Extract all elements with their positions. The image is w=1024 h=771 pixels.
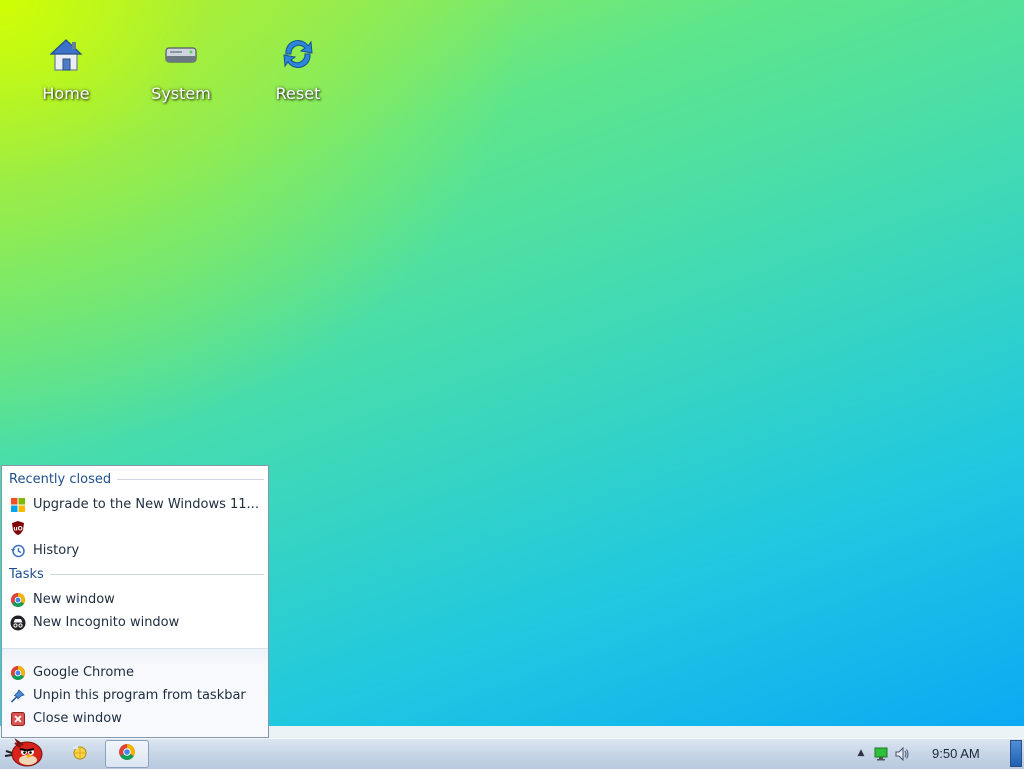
taskbar-chrome-button[interactable] xyxy=(105,740,149,768)
footer-item-label: Close window xyxy=(33,711,122,726)
task-new-incognito-window[interactable]: New Incognito window xyxy=(10,612,262,633)
system-tray: ▲ 9:50 AM xyxy=(854,739,1024,769)
desktop-icon-label: System xyxy=(151,84,211,103)
chrome-icon xyxy=(118,743,136,765)
footer-item-label: Unpin this program from taskbar xyxy=(33,688,246,703)
recent-item-history[interactable]: History xyxy=(10,540,262,561)
tasks-header: Tasks xyxy=(9,566,264,582)
network-icon[interactable] xyxy=(874,746,888,762)
task-label: New Incognito window xyxy=(33,615,180,630)
recent-item-ublock[interactable]: uO xyxy=(10,517,262,538)
footer-item-close-window[interactable]: Close window xyxy=(10,708,262,729)
svg-text:uO: uO xyxy=(13,525,22,532)
desktop-icon-label: Home xyxy=(42,84,90,103)
desktop-icon-system[interactable]: System xyxy=(136,34,226,103)
desktop-icon-label: Reset xyxy=(275,84,321,103)
recent-item-label: Upgrade to the New Windows 11... xyxy=(33,497,259,512)
start-button[interactable] xyxy=(0,737,50,771)
footer-item-label: Google Chrome xyxy=(33,665,134,680)
folder-icon xyxy=(70,742,90,766)
jump-list-footer: Google Chrome Unpin this program from ta… xyxy=(2,648,268,737)
footer-item-unpin[interactable]: Unpin this program from taskbar xyxy=(10,685,262,706)
home-icon xyxy=(46,34,86,74)
show-desktop-button[interactable] xyxy=(1010,740,1022,767)
clock[interactable]: 9:50 AM xyxy=(932,746,980,761)
show-hidden-icons-arrow[interactable]: ▲ xyxy=(854,748,868,760)
taskbar-explorer-button[interactable] xyxy=(60,739,100,769)
chrome-jump-list: Recently closed Upgrade to the New Windo… xyxy=(1,465,269,738)
volume-icon[interactable] xyxy=(894,746,910,762)
windows-logo-icon xyxy=(10,497,26,513)
recent-item-windows-upgrade[interactable]: Upgrade to the New Windows 11... xyxy=(10,494,262,515)
ublock-icon: uO xyxy=(10,520,26,536)
task-label: New window xyxy=(33,592,115,607)
angry-bird-icon xyxy=(3,737,47,771)
taskbar: ▲ 9:50 AM xyxy=(0,738,1024,769)
desktop-icon-reset[interactable]: Reset xyxy=(253,34,343,103)
footer-item-google-chrome[interactable]: Google Chrome xyxy=(10,662,262,683)
desktop-icon-home[interactable]: Home xyxy=(21,34,111,103)
recently-closed-header: Recently closed xyxy=(9,471,264,487)
recent-item-label: History xyxy=(33,543,80,558)
drive-icon xyxy=(161,34,201,74)
close-window-icon xyxy=(10,711,26,727)
chrome-icon xyxy=(10,665,26,681)
task-new-window[interactable]: New window xyxy=(10,589,262,610)
incognito-icon xyxy=(10,615,26,631)
chrome-icon xyxy=(10,592,26,608)
reset-icon xyxy=(278,34,318,74)
history-icon xyxy=(10,543,26,559)
unpin-icon xyxy=(10,688,26,704)
